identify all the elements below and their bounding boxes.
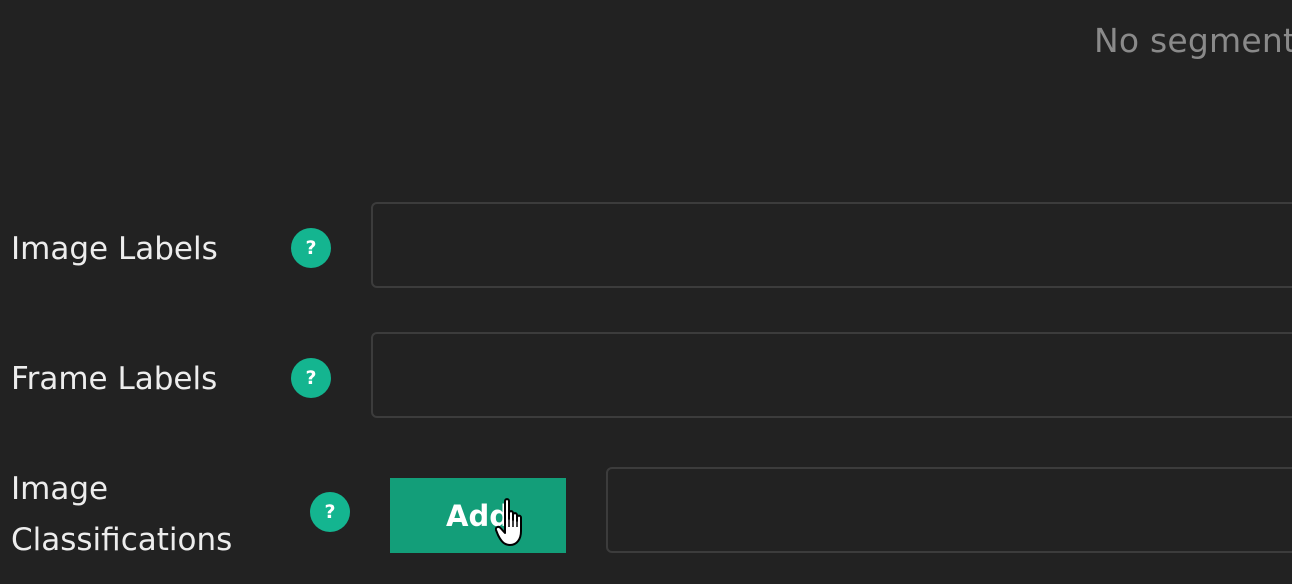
image-labels-input[interactable] bbox=[371, 202, 1292, 288]
image-classifications-label-line2: Classifications bbox=[11, 522, 233, 558]
frame-labels-label: Frame Labels bbox=[11, 361, 218, 397]
image-classifications-label-line1: Image bbox=[11, 471, 109, 507]
frame-labels-help-icon[interactable]: ? bbox=[291, 358, 331, 398]
frame-labels-input[interactable] bbox=[371, 332, 1292, 418]
add-classification-button[interactable]: Add bbox=[390, 478, 566, 553]
annotation-settings-panel: No segmenta Image Labels ? Frame Labels … bbox=[0, 0, 1292, 584]
image-labels-label: Image Labels bbox=[11, 231, 218, 267]
no-segmentation-text: No segmenta bbox=[1094, 21, 1292, 60]
image-classifications-help-icon[interactable]: ? bbox=[310, 492, 350, 532]
image-classifications-input[interactable] bbox=[606, 467, 1292, 553]
image-labels-help-icon[interactable]: ? bbox=[291, 228, 331, 268]
hand-pointer-icon bbox=[495, 498, 522, 546]
